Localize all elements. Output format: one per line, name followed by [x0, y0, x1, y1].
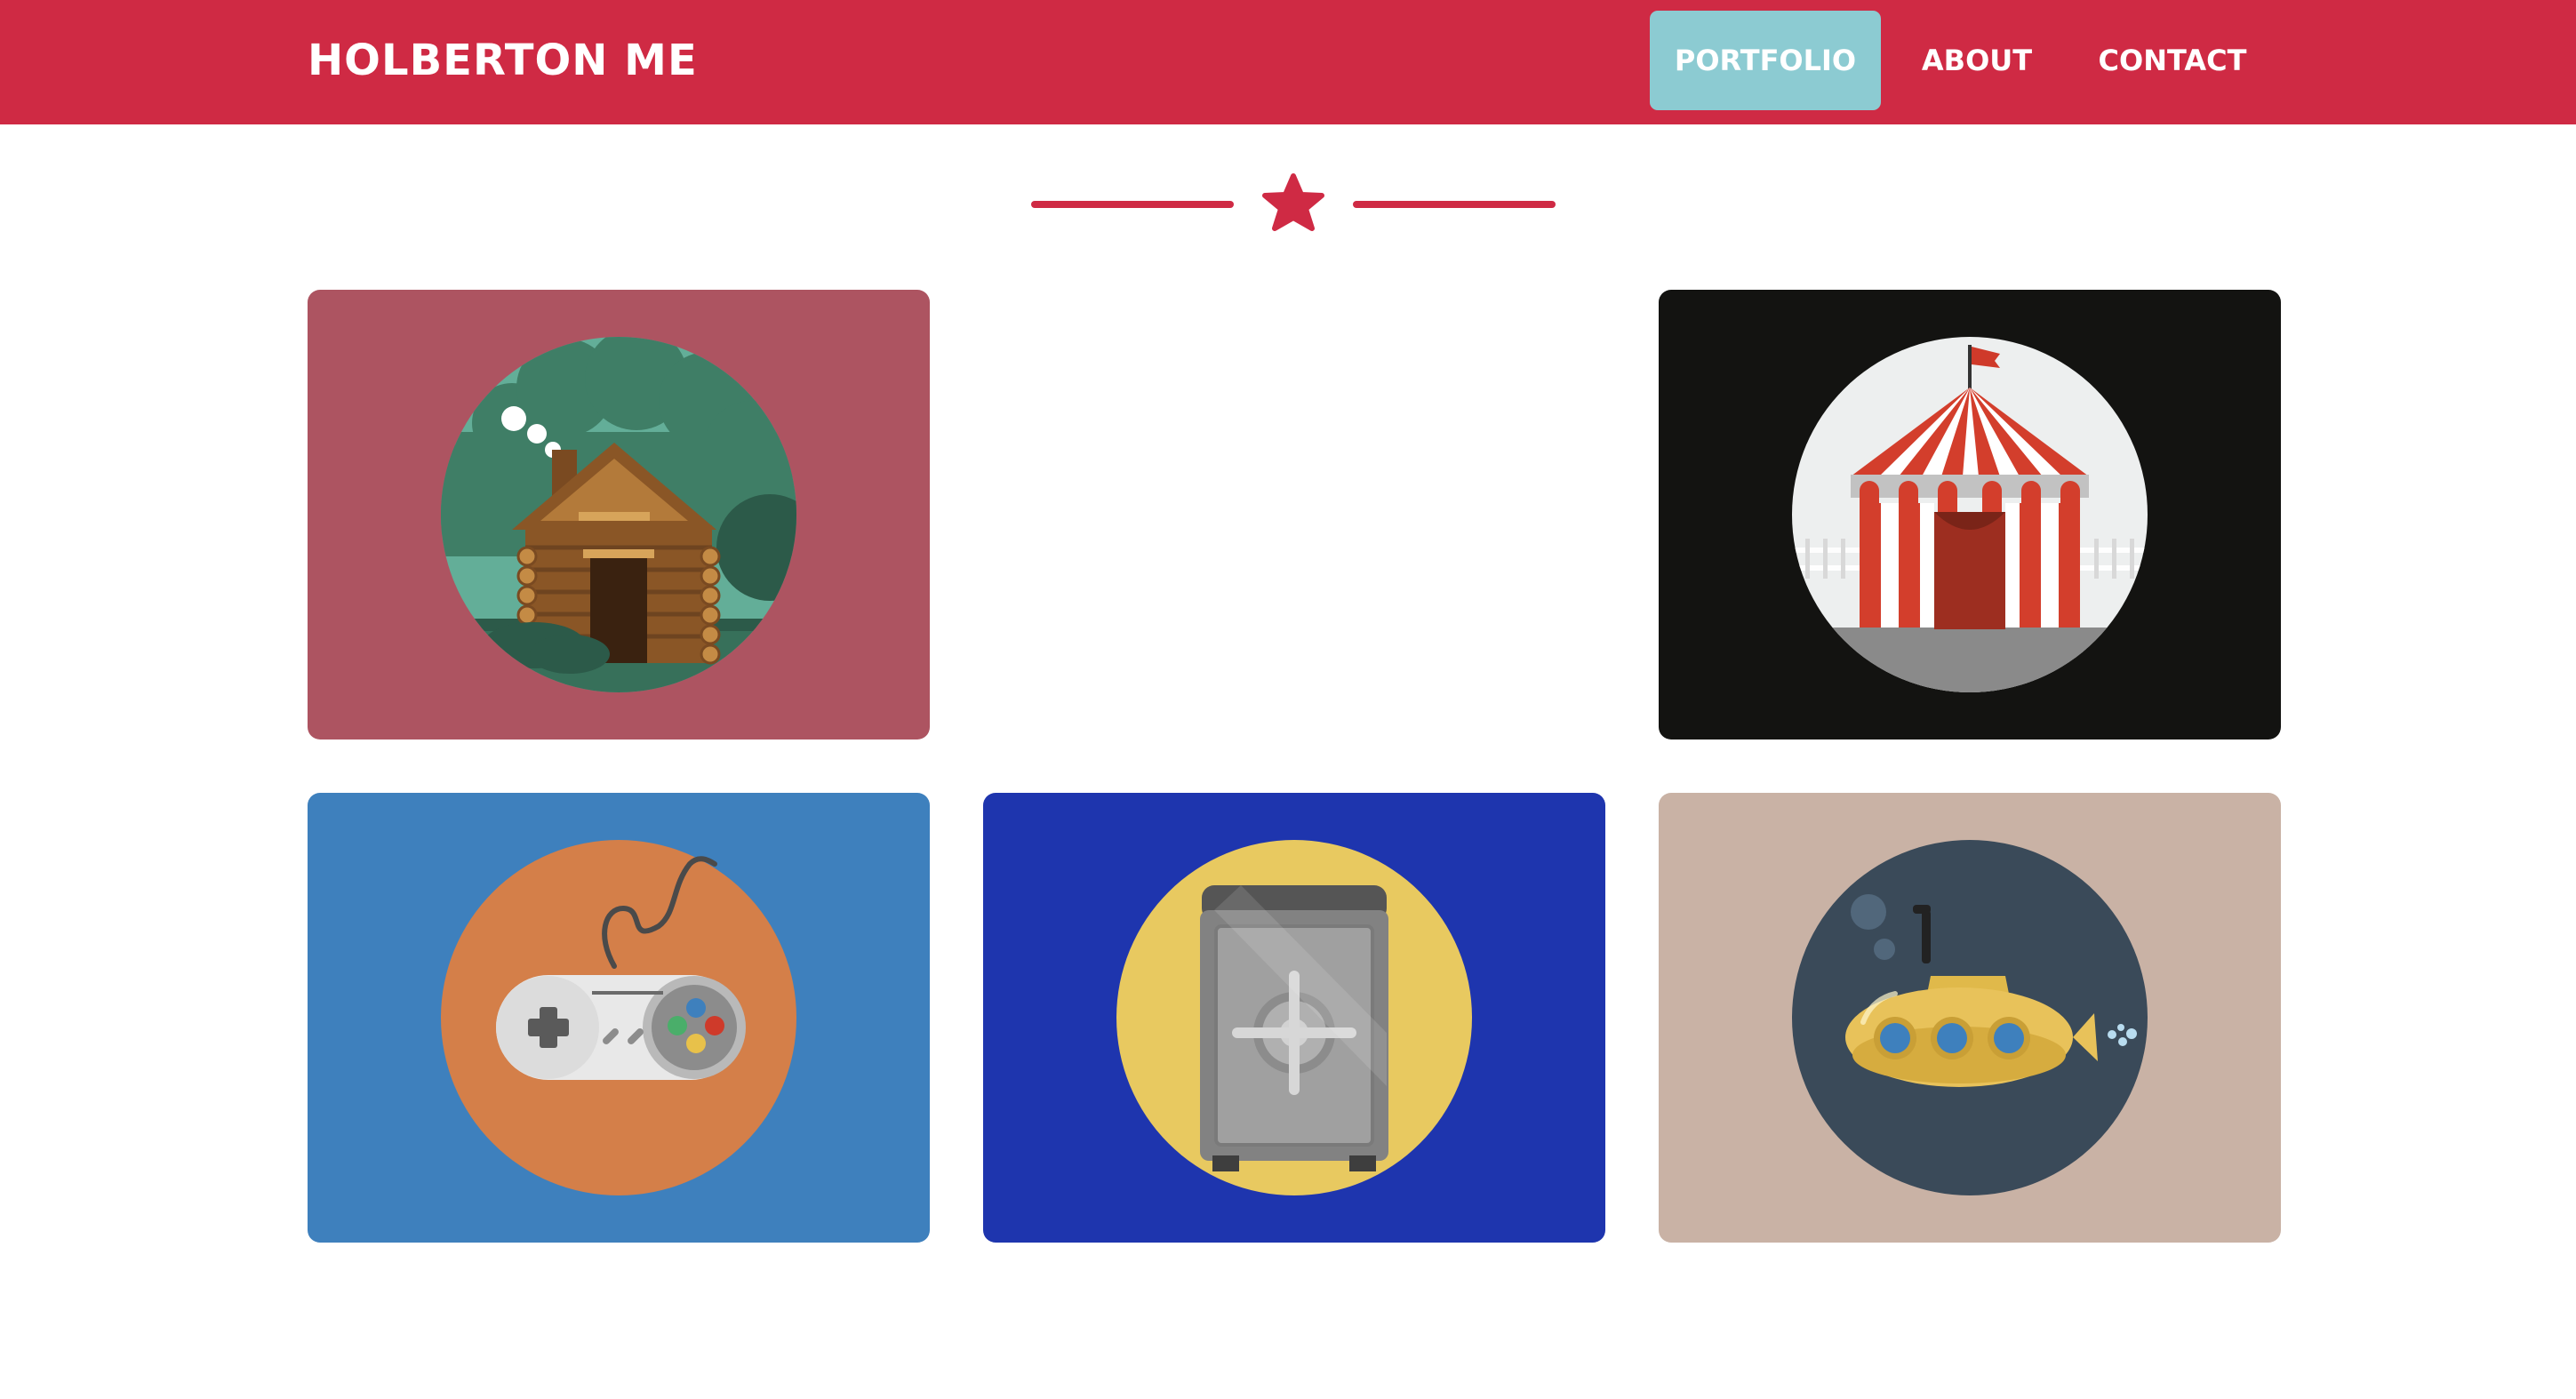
- divider-graphic: [1031, 173, 1556, 231]
- portfolio-card-safe[interactable]: [983, 793, 1605, 1243]
- star-icon: [1262, 173, 1324, 231]
- navbar: HOLBERTON ME PORTFOLIO ABOUT CONTACT: [0, 0, 2576, 124]
- log-cabin-icon: [308, 290, 930, 739]
- nav-contact[interactable]: CONTACT: [2073, 11, 2272, 110]
- brand-logo[interactable]: HOLBERTON ME: [308, 0, 698, 124]
- safe-icon: [983, 793, 1605, 1243]
- portfolio-card-submarine[interactable]: [1659, 793, 2281, 1243]
- section-divider: [1031, 169, 1556, 244]
- portfolio-card-circus[interactable]: [1659, 290, 2281, 739]
- submarine-icon: [1659, 793, 2281, 1243]
- game-controller-icon: [308, 793, 930, 1243]
- nav-portfolio[interactable]: PORTFOLIO: [1650, 11, 1881, 110]
- portfolio-card-cabin[interactable]: [308, 290, 930, 739]
- circus-tent-icon: [1659, 290, 2281, 739]
- portfolio-card-controller[interactable]: [308, 793, 930, 1243]
- nav-about[interactable]: ABOUT: [1899, 11, 2055, 110]
